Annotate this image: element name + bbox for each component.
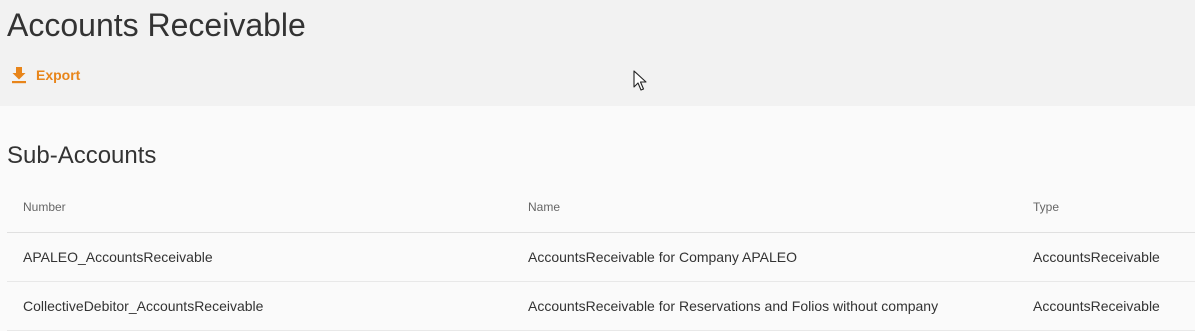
cell-number: APALEO_AccountsReceivable	[23, 249, 213, 265]
section-title-sub-accounts: Sub-Accounts	[7, 142, 157, 169]
cell-number: CollectiveDebitor_AccountsReceivable	[23, 298, 264, 314]
page-header: Accounts Receivable Export	[0, 0, 1195, 106]
export-button-label: Export	[36, 67, 81, 83]
download-icon	[10, 66, 28, 84]
column-header-name[interactable]: Name	[528, 200, 560, 214]
table-header-row: Number Name Type	[7, 182, 1195, 233]
cell-name: AccountsReceivable for Company APALEO	[528, 249, 797, 265]
page-title: Accounts Receivable	[7, 7, 306, 43]
column-header-number[interactable]: Number	[23, 200, 66, 214]
mouse-cursor-icon	[633, 70, 647, 92]
cell-type: AccountsReceivable	[1033, 249, 1160, 265]
sub-accounts-table: Number Name Type APALEO_AccountsReceivab…	[7, 182, 1195, 331]
export-button[interactable]: Export	[10, 64, 80, 86]
column-header-type[interactable]: Type	[1033, 200, 1059, 214]
cell-name: AccountsReceivable for Reservations and …	[528, 298, 939, 314]
cell-type: AccountsReceivable	[1033, 298, 1160, 314]
table-row[interactable]: APALEO_AccountsReceivable AccountsReceiv…	[7, 233, 1195, 282]
